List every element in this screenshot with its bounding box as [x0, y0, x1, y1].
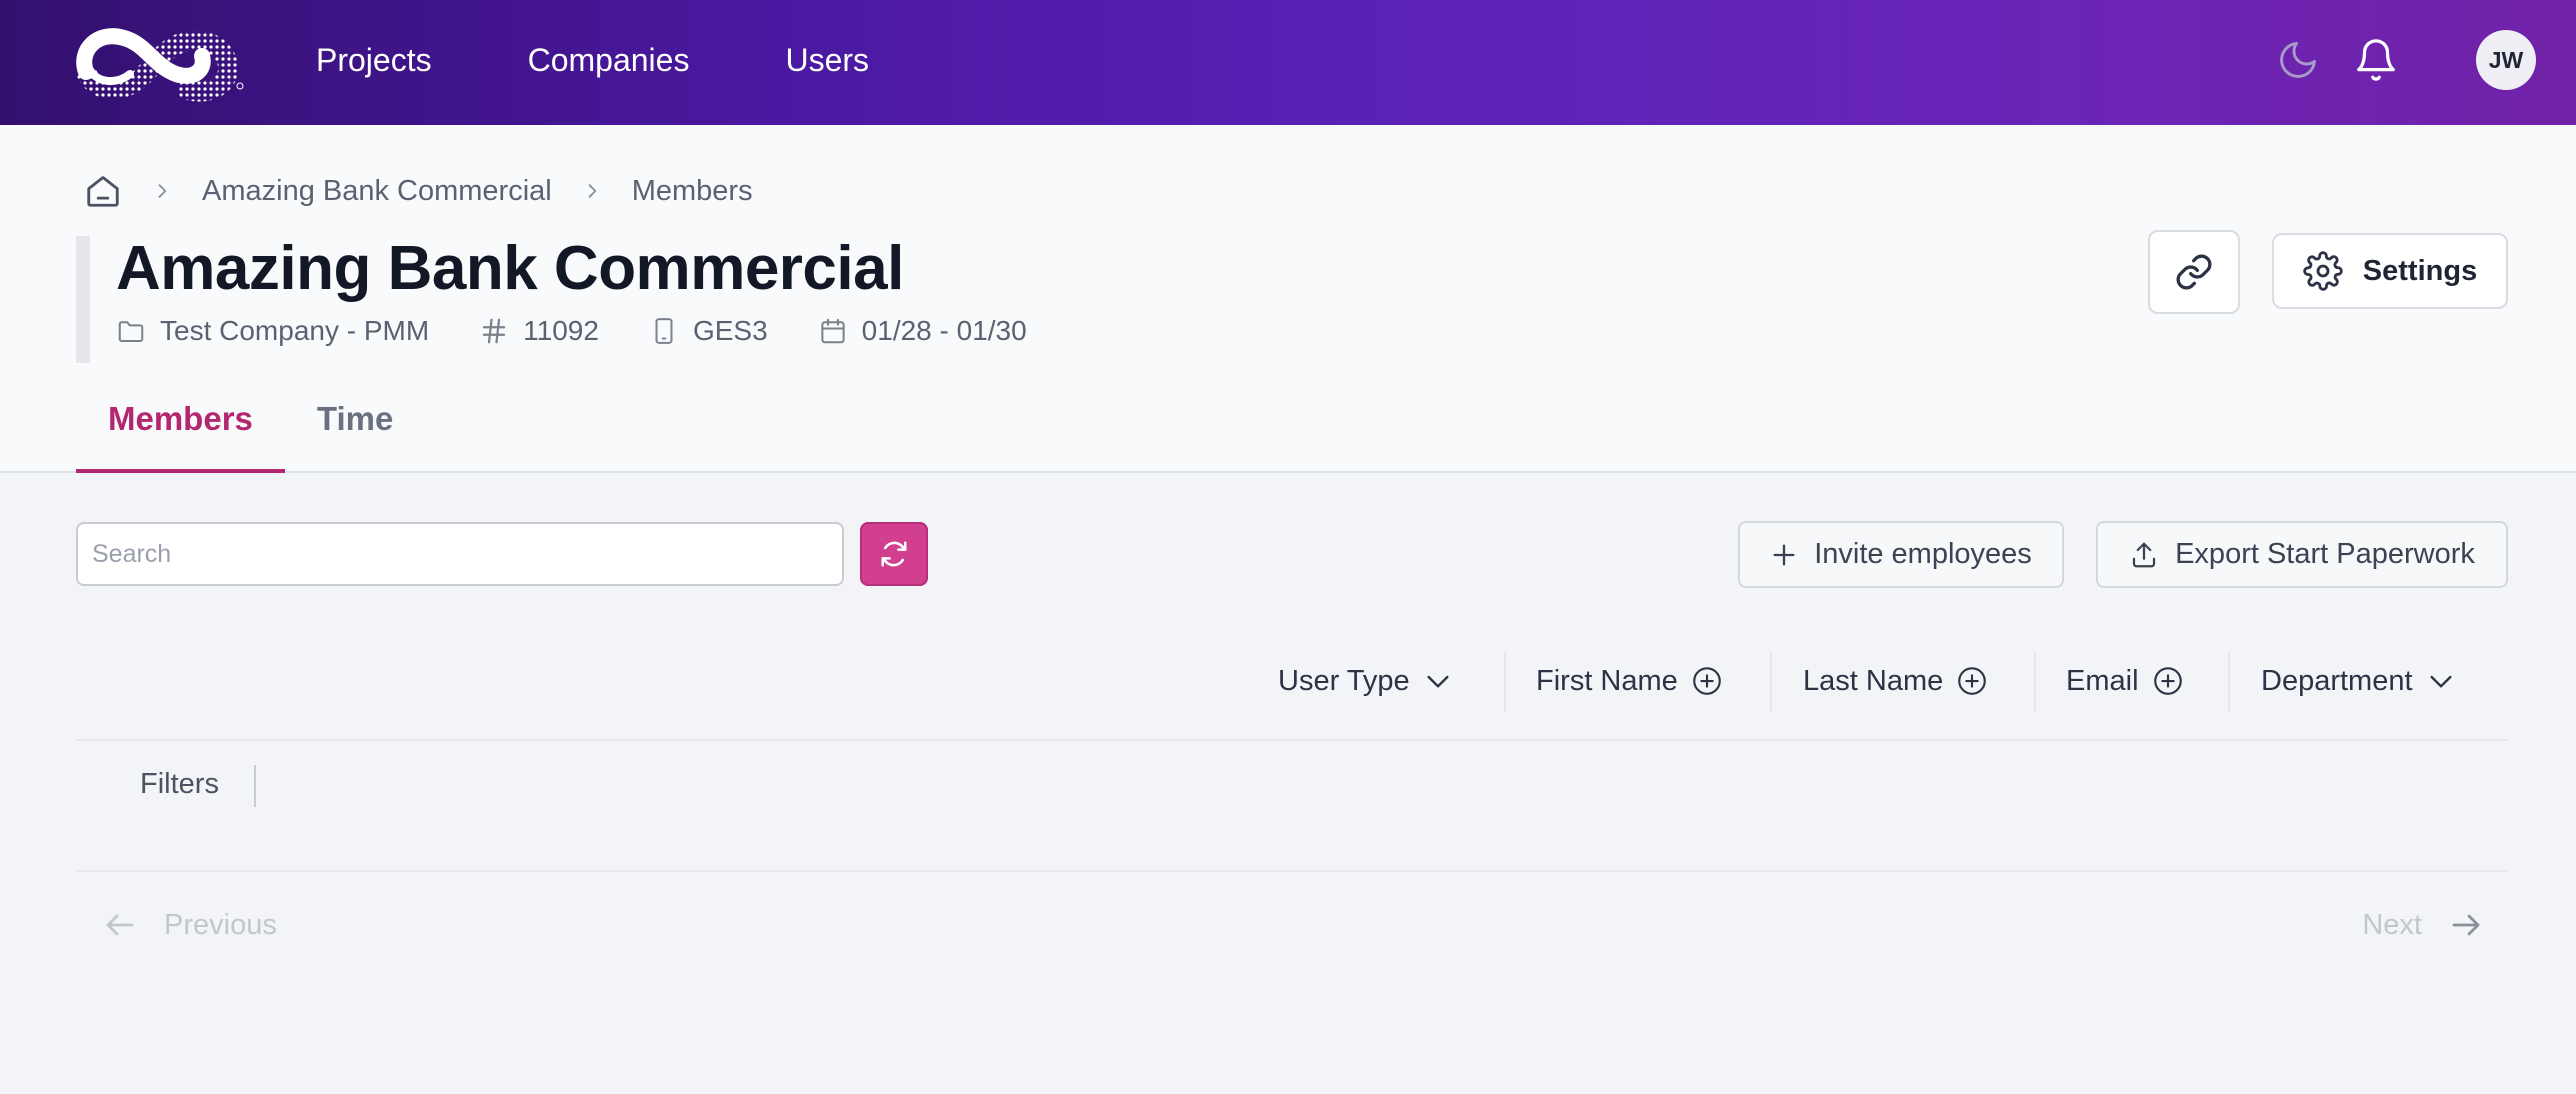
invite-employees-label: Invite employees — [1814, 538, 2032, 570]
device-icon — [655, 318, 673, 344]
previous-page-button[interactable]: Previous — [102, 902, 277, 948]
meta-code-text: GES3 — [692, 315, 768, 346]
export-start-paperwork-label: Export Start Paperwork — [2175, 538, 2475, 570]
page-title: Amazing Bank Commercial — [116, 234, 904, 303]
plus-circle-icon — [1958, 667, 1987, 695]
upload-icon — [2132, 542, 2156, 567]
arrow-right-icon — [2452, 914, 2480, 936]
search-input[interactable] — [76, 522, 844, 586]
chevron-right-icon — [152, 181, 172, 201]
copy-link-button[interactable] — [2148, 230, 2240, 314]
breadcrumb: Amazing Bank Commercial Members — [84, 169, 753, 213]
top-nav-bar: Projects Companies Users JW — [0, 0, 2576, 125]
page-header: Amazing Bank Commercial Members Amazing … — [0, 125, 2576, 473]
folder-icon — [118, 321, 144, 342]
column-label: User Type — [1278, 664, 1410, 697]
column-label: Department — [2261, 664, 2413, 697]
refresh-button[interactable] — [860, 522, 928, 586]
meta-number: 11092 — [479, 315, 599, 347]
brand-logo[interactable] — [76, 20, 248, 102]
column-department[interactable]: Department — [2261, 645, 2457, 717]
meta-dates-text: 01/28 - 01/30 — [861, 315, 1027, 346]
breadcrumb-members[interactable]: Members — [632, 175, 753, 208]
filters-divider — [254, 765, 256, 807]
meta-company-text: Test Company - PMM — [160, 315, 430, 346]
tab-members[interactable]: Members — [76, 393, 285, 473]
column-first-name[interactable]: First Name — [1536, 645, 1724, 717]
column-last-name[interactable]: Last Name — [1803, 645, 1989, 717]
refresh-icon — [881, 541, 907, 567]
previous-label: Previous — [164, 908, 277, 941]
export-start-paperwork-button[interactable]: Export Start Paperwork — [2096, 521, 2508, 588]
home-icon[interactable] — [84, 172, 122, 210]
column-divider — [2034, 651, 2036, 711]
table-header: User Type First Name Last Name Email Dep… — [76, 645, 2508, 741]
meta-dates: 01/28 - 01/30 — [818, 315, 1027, 347]
chevron-right-icon — [582, 181, 602, 201]
column-email[interactable]: Email — [2066, 645, 2185, 717]
chevron-down-icon — [2429, 675, 2452, 688]
chevron-down-icon — [1427, 675, 1449, 688]
bell-icon[interactable] — [2352, 36, 2400, 84]
meta-code: GES3 — [649, 315, 768, 347]
column-user-type[interactable]: User Type — [1278, 645, 1454, 717]
top-right-actions: JW — [2274, 0, 2536, 120]
filters-button[interactable]: Filters — [140, 768, 219, 801]
hash-icon — [483, 318, 506, 344]
calendar-icon — [821, 318, 845, 344]
tab-time[interactable]: Time — [285, 393, 425, 473]
settings-label: Settings — [2362, 254, 2478, 287]
next-label: Next — [2362, 908, 2422, 941]
title-accent-bar — [76, 236, 90, 363]
nav-users[interactable]: Users — [785, 42, 869, 79]
plus-circle-icon — [2153, 667, 2182, 695]
tab-bar: Members Time — [76, 393, 425, 473]
column-label: First Name — [1536, 664, 1678, 697]
link-icon — [2176, 254, 2212, 290]
column-label: Email — [2066, 664, 2139, 697]
meta-company: Test Company - PMM — [116, 315, 429, 347]
gear-icon — [2303, 251, 2343, 291]
project-meta: Test Company - PMM 11092 GES3 01/28 - 01… — [116, 315, 1077, 347]
nav-projects[interactable]: Projects — [316, 42, 432, 79]
section-divider — [76, 870, 2508, 872]
breadcrumb-project[interactable]: Amazing Bank Commercial — [202, 175, 552, 208]
next-page-button[interactable]: Next — [2362, 902, 2484, 948]
settings-button[interactable]: Settings — [2272, 233, 2508, 309]
main-nav: Projects Companies Users — [316, 0, 965, 120]
moon-icon[interactable] — [2274, 36, 2322, 84]
column-divider — [1770, 651, 1772, 711]
plus-circle-icon — [1692, 667, 1721, 695]
avatar[interactable]: JW — [2476, 30, 2536, 90]
column-label: Last Name — [1803, 664, 1944, 697]
meta-number-text: 11092 — [523, 315, 599, 346]
invite-employees-button[interactable]: Invite employees — [1738, 521, 2064, 588]
column-divider — [1504, 651, 1506, 711]
nav-companies[interactable]: Companies — [528, 42, 690, 79]
column-divider — [2228, 651, 2230, 711]
arrow-left-icon — [106, 914, 134, 936]
plus-icon — [1773, 544, 1795, 565]
